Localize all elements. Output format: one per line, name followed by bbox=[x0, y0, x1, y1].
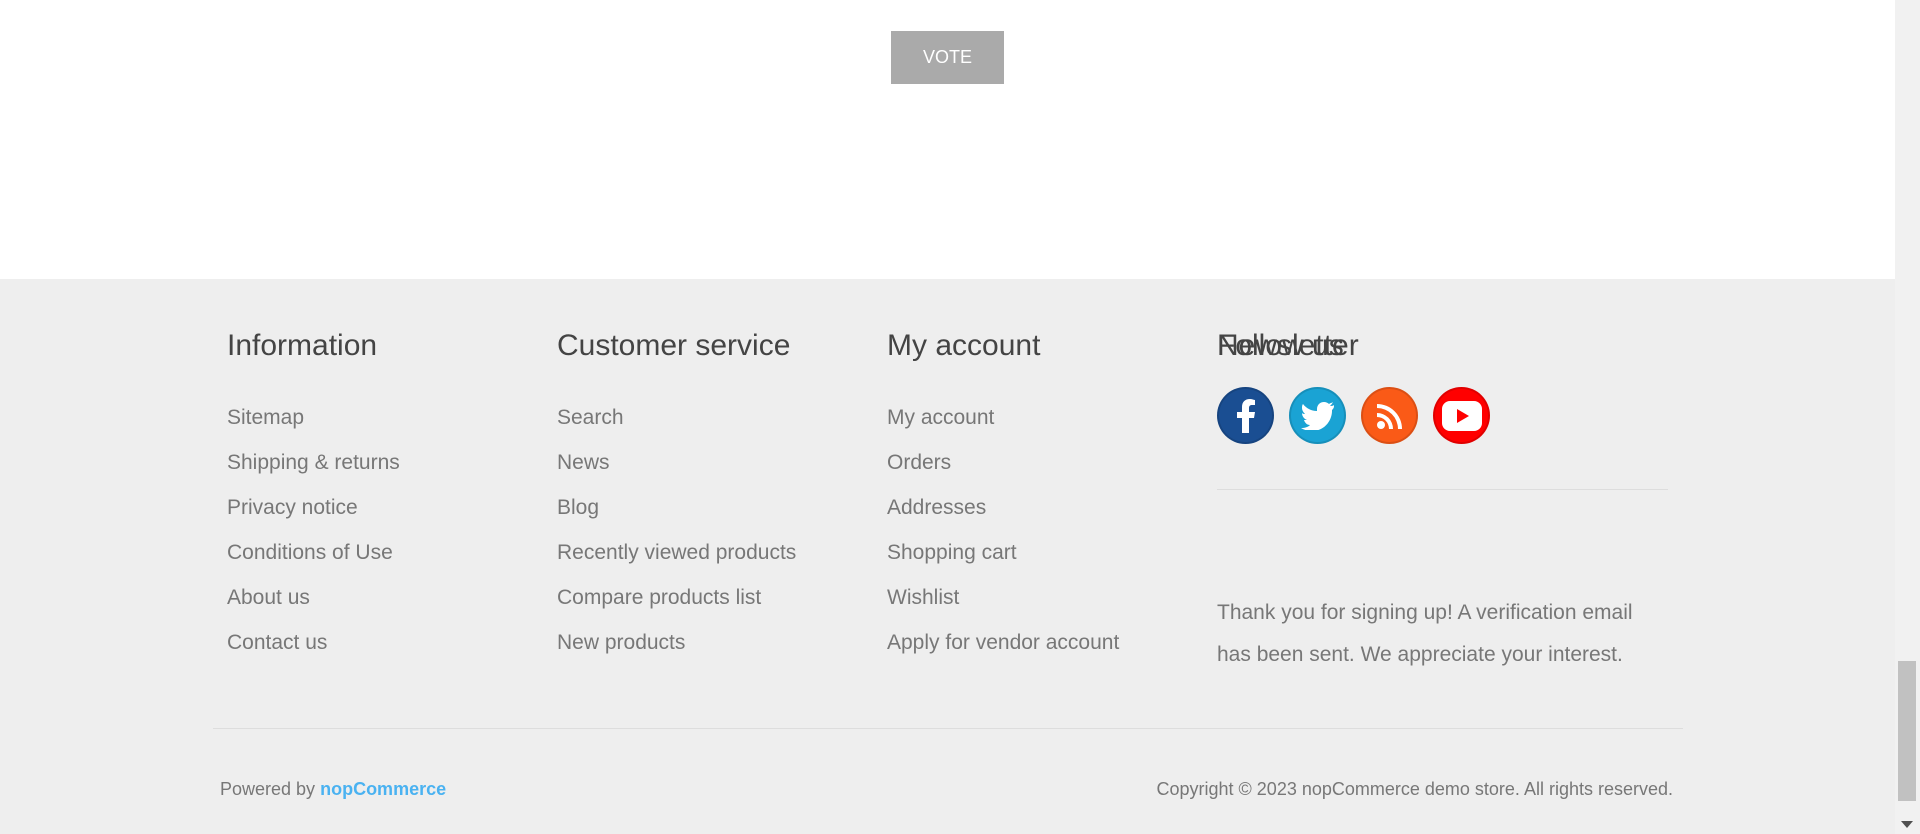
scrollbar-thumb[interactable] bbox=[1898, 661, 1916, 801]
privacy-notice-link[interactable]: Privacy notice bbox=[227, 496, 358, 519]
list-item: News bbox=[557, 440, 796, 485]
recently-viewed-link[interactable]: Recently viewed products bbox=[557, 541, 796, 564]
nopcommerce-link[interactable]: nopCommerce bbox=[320, 779, 446, 799]
orders-link[interactable]: Orders bbox=[887, 451, 951, 474]
customer-service-list: Search News Blog Recently viewed product… bbox=[557, 395, 796, 665]
my-account-list: My account Orders Addresses Shopping car… bbox=[887, 395, 1119, 665]
footer: Information Sitemap Shipping & returns P… bbox=[0, 279, 1895, 834]
new-products-link[interactable]: New products bbox=[557, 631, 685, 654]
list-item: Shipping & returns bbox=[227, 440, 400, 485]
newsletter-title: Newsletter bbox=[1217, 329, 1359, 362]
powered-by: Powered by nopCommerce bbox=[220, 779, 446, 800]
follow-us-column: Follow us Newsletter Thank you for signi… bbox=[1217, 279, 1668, 679]
rss-icon[interactable] bbox=[1361, 387, 1418, 444]
list-item: Wishlist bbox=[887, 575, 1119, 620]
my-account-title: My account bbox=[887, 329, 1041, 362]
newsletter-result-message: Thank you for signing up! A verification… bbox=[1217, 601, 1633, 666]
facebook-icon[interactable] bbox=[1217, 387, 1274, 444]
list-item: About us bbox=[227, 575, 400, 620]
my-account-link[interactable]: My account bbox=[887, 406, 994, 429]
social-links bbox=[1217, 387, 1490, 444]
search-link[interactable]: Search bbox=[557, 406, 624, 429]
twitter-icon[interactable] bbox=[1289, 387, 1346, 444]
list-item: Conditions of Use bbox=[227, 530, 400, 575]
list-item: Addresses bbox=[887, 485, 1119, 530]
customer-service-title: Customer service bbox=[557, 329, 791, 362]
poll-area: VOTE bbox=[0, 0, 1895, 279]
list-item: Sitemap bbox=[227, 395, 400, 440]
list-item: Search bbox=[557, 395, 796, 440]
powered-by-label: Powered by bbox=[220, 779, 316, 799]
list-item: Blog bbox=[557, 485, 796, 530]
list-item: Apply for vendor account bbox=[887, 620, 1119, 665]
page: VOTE Information Sitemap Shipping & retu… bbox=[0, 0, 1895, 834]
youtube-icon[interactable] bbox=[1433, 387, 1490, 444]
list-item: Shopping cart bbox=[887, 530, 1119, 575]
contact-us-link[interactable]: Contact us bbox=[227, 631, 327, 654]
list-item: Privacy notice bbox=[227, 485, 400, 530]
wishlist-link[interactable]: Wishlist bbox=[887, 586, 959, 609]
shopping-cart-link[interactable]: Shopping cart bbox=[887, 541, 1017, 564]
list-item: Contact us bbox=[227, 620, 400, 665]
list-item: My account bbox=[887, 395, 1119, 440]
vote-button[interactable]: VOTE bbox=[891, 31, 1004, 84]
information-list: Sitemap Shipping & returns Privacy notic… bbox=[227, 395, 400, 665]
addresses-link[interactable]: Addresses bbox=[887, 496, 986, 519]
about-us-link[interactable]: About us bbox=[227, 586, 310, 609]
apply-vendor-link[interactable]: Apply for vendor account bbox=[887, 631, 1119, 654]
follow-us-divider bbox=[1217, 489, 1668, 490]
scroll-down-arrow-icon[interactable] bbox=[1901, 821, 1913, 828]
list-item: Compare products list bbox=[557, 575, 796, 620]
blog-link[interactable]: Blog bbox=[557, 496, 599, 519]
list-item: Orders bbox=[887, 440, 1119, 485]
information-title: Information bbox=[227, 329, 378, 362]
conditions-of-use-link[interactable]: Conditions of Use bbox=[227, 541, 393, 564]
news-link[interactable]: News bbox=[557, 451, 610, 474]
shipping-returns-link[interactable]: Shipping & returns bbox=[227, 451, 400, 474]
copyright-text: Copyright © 2023 nopCommerce demo store.… bbox=[1156, 779, 1674, 799]
list-item: New products bbox=[557, 620, 796, 665]
footer-divider bbox=[213, 728, 1683, 729]
list-item: Recently viewed products bbox=[557, 530, 796, 575]
compare-products-link[interactable]: Compare products list bbox=[557, 586, 761, 609]
sitemap-link[interactable]: Sitemap bbox=[227, 406, 304, 429]
vertical-scrollbar[interactable] bbox=[1895, 0, 1920, 834]
